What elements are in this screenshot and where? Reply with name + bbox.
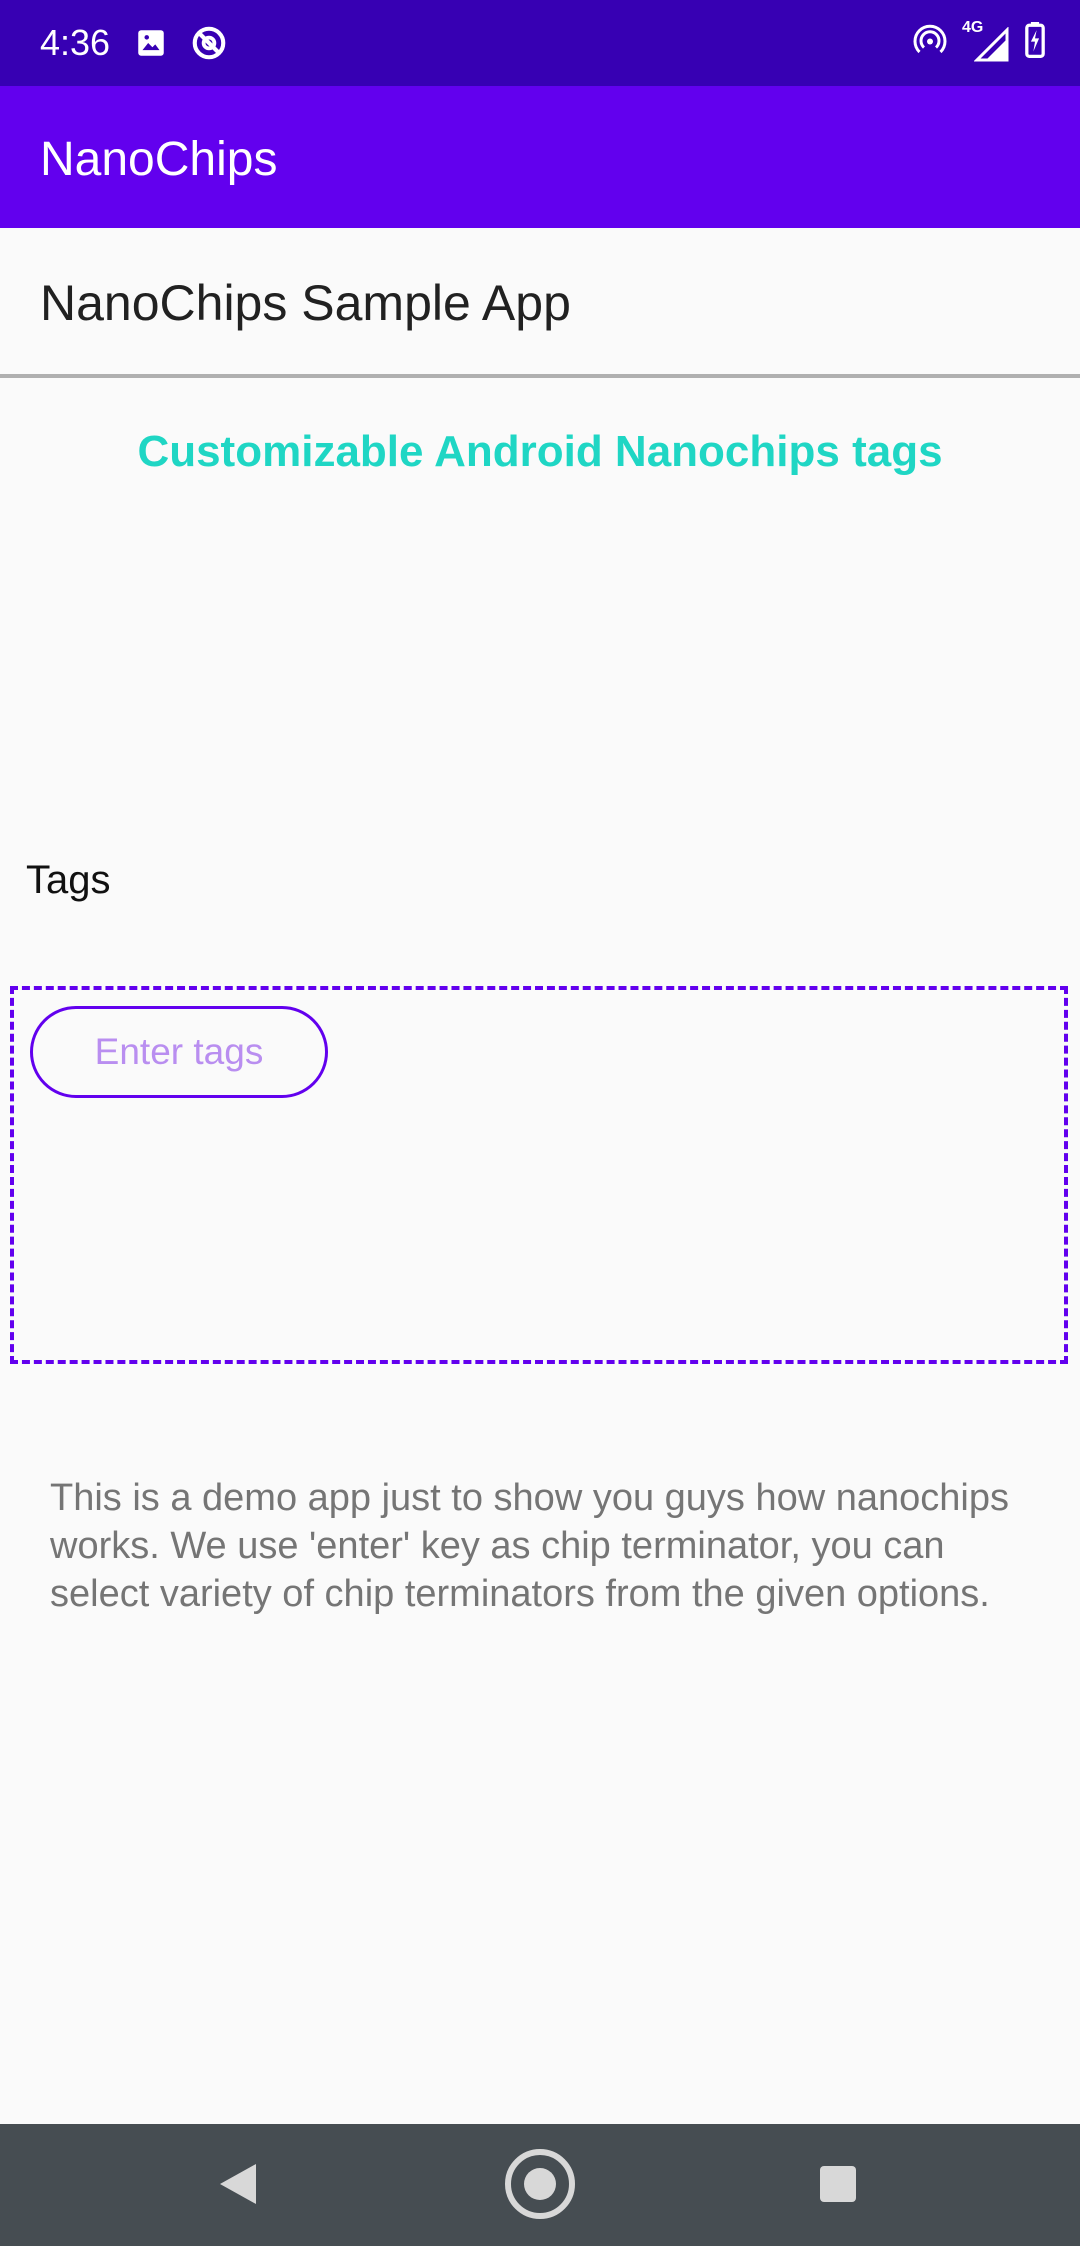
signal-icon: 4G [962,19,1010,63]
home-button[interactable] [490,2144,590,2228]
back-icon [216,2160,260,2213]
app-title: NanoChips [40,133,278,186]
status-left-icons [134,24,228,67]
image-icon [134,26,168,65]
nanochips-container[interactable] [10,986,1068,1364]
description-text: This is a demo app just to show you guys… [50,1477,1009,1615]
recents-icon [818,2164,858,2209]
home-icon [504,2148,576,2225]
status-right-icons: 4G [912,19,1046,63]
subheader: NanoChips Sample App [0,228,1080,378]
hotspot-icon [912,22,948,63]
navigation-bar [0,2124,1080,2246]
status-time: 4:36 [40,22,111,63]
app-bar: NanoChips [0,86,1080,228]
headline: Customizable Android Nanochips tags [137,427,943,476]
tags-label: Tags [26,858,111,902]
back-button[interactable] [188,2144,288,2228]
tags-input[interactable] [30,1006,328,1098]
battery-icon [1024,22,1046,63]
recents-button[interactable] [788,2144,888,2228]
at-sign-icon [190,24,228,67]
status-bar: 4:36 4G [0,0,1080,86]
subheader-title: NanoChips Sample App [40,275,571,331]
